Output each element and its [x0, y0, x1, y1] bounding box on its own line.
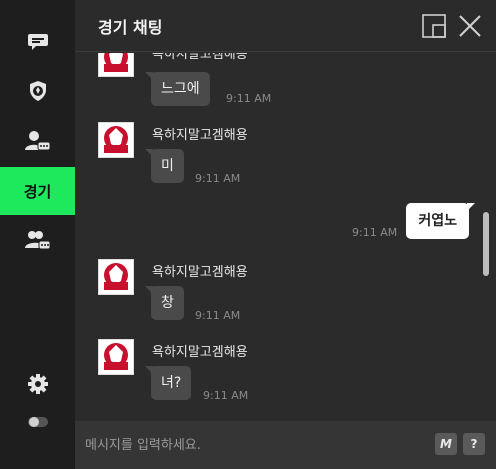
sidebar-item-team[interactable] [0, 67, 75, 115]
message-input[interactable] [85, 431, 415, 459]
help-button[interactable]: ? [463, 433, 485, 455]
toggle-icon [27, 417, 48, 427]
scrollbar[interactable] [483, 212, 489, 276]
sidebar-item-chat[interactable] [0, 18, 75, 66]
message-bubble: 느그에 [145, 72, 210, 106]
close-icon[interactable] [458, 14, 482, 38]
sender-name: 욕하지말고겜해용 [152, 265, 248, 280]
sidebar-toggle[interactable] [0, 398, 75, 446]
avatar [98, 339, 134, 375]
sidebar-item-label: 경기 [23, 182, 52, 201]
avatar [98, 122, 134, 158]
gear-icon [27, 374, 48, 394]
sidebar-item-match[interactable]: 경기 [0, 167, 75, 215]
message-bubble: 녀? [144, 366, 192, 400]
sender-name: 욕하지말고겜해용 [152, 53, 248, 62]
avatar [98, 53, 134, 77]
group-chat-icon [24, 231, 50, 250]
timestamp: 9:11 AM [352, 226, 398, 239]
user-chat-icon [24, 131, 50, 151]
sidebar-item-friends[interactable] [0, 117, 75, 165]
timestamp: 9:11 AM [195, 172, 241, 185]
chat-bubble-icon [27, 34, 48, 50]
chat-log[interactable]: 욕하지말고겜해용 느그에 9:11 AM 욕하지말고겜해용 미 9:11 AM … [75, 53, 496, 421]
sender-name: 욕하지말고겜해용 [152, 345, 248, 360]
avatar [98, 259, 134, 295]
timestamp: 9:11 AM [226, 92, 272, 105]
message-bubble: 미 [145, 149, 184, 183]
popout-icon[interactable] [422, 14, 446, 38]
sidebar-item-group[interactable] [0, 216, 75, 264]
team-shield-icon [29, 81, 46, 101]
timestamp: 9:11 AM [203, 389, 249, 402]
message-input-bar: M ? [75, 421, 496, 469]
message-bubble: 창 [145, 286, 184, 320]
sidebar: 경기 [0, 0, 75, 469]
sender-name: 욕하지말고겜해용 [152, 128, 248, 143]
page-title: 경기 채팅 [98, 18, 163, 37]
my-message-bubble: 커엽노 [406, 203, 475, 239]
chat-header: 경기 채팅 [75, 0, 496, 52]
timestamp: 9:11 AM [195, 309, 241, 322]
macro-button[interactable]: M [435, 433, 457, 455]
